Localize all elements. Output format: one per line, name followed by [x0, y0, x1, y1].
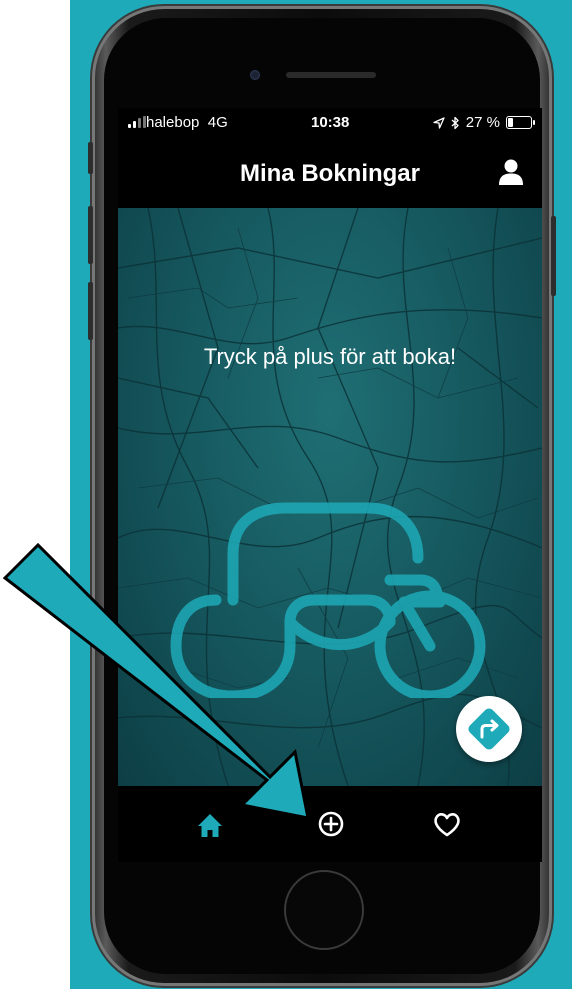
- instruction-arrow: [2, 542, 310, 820]
